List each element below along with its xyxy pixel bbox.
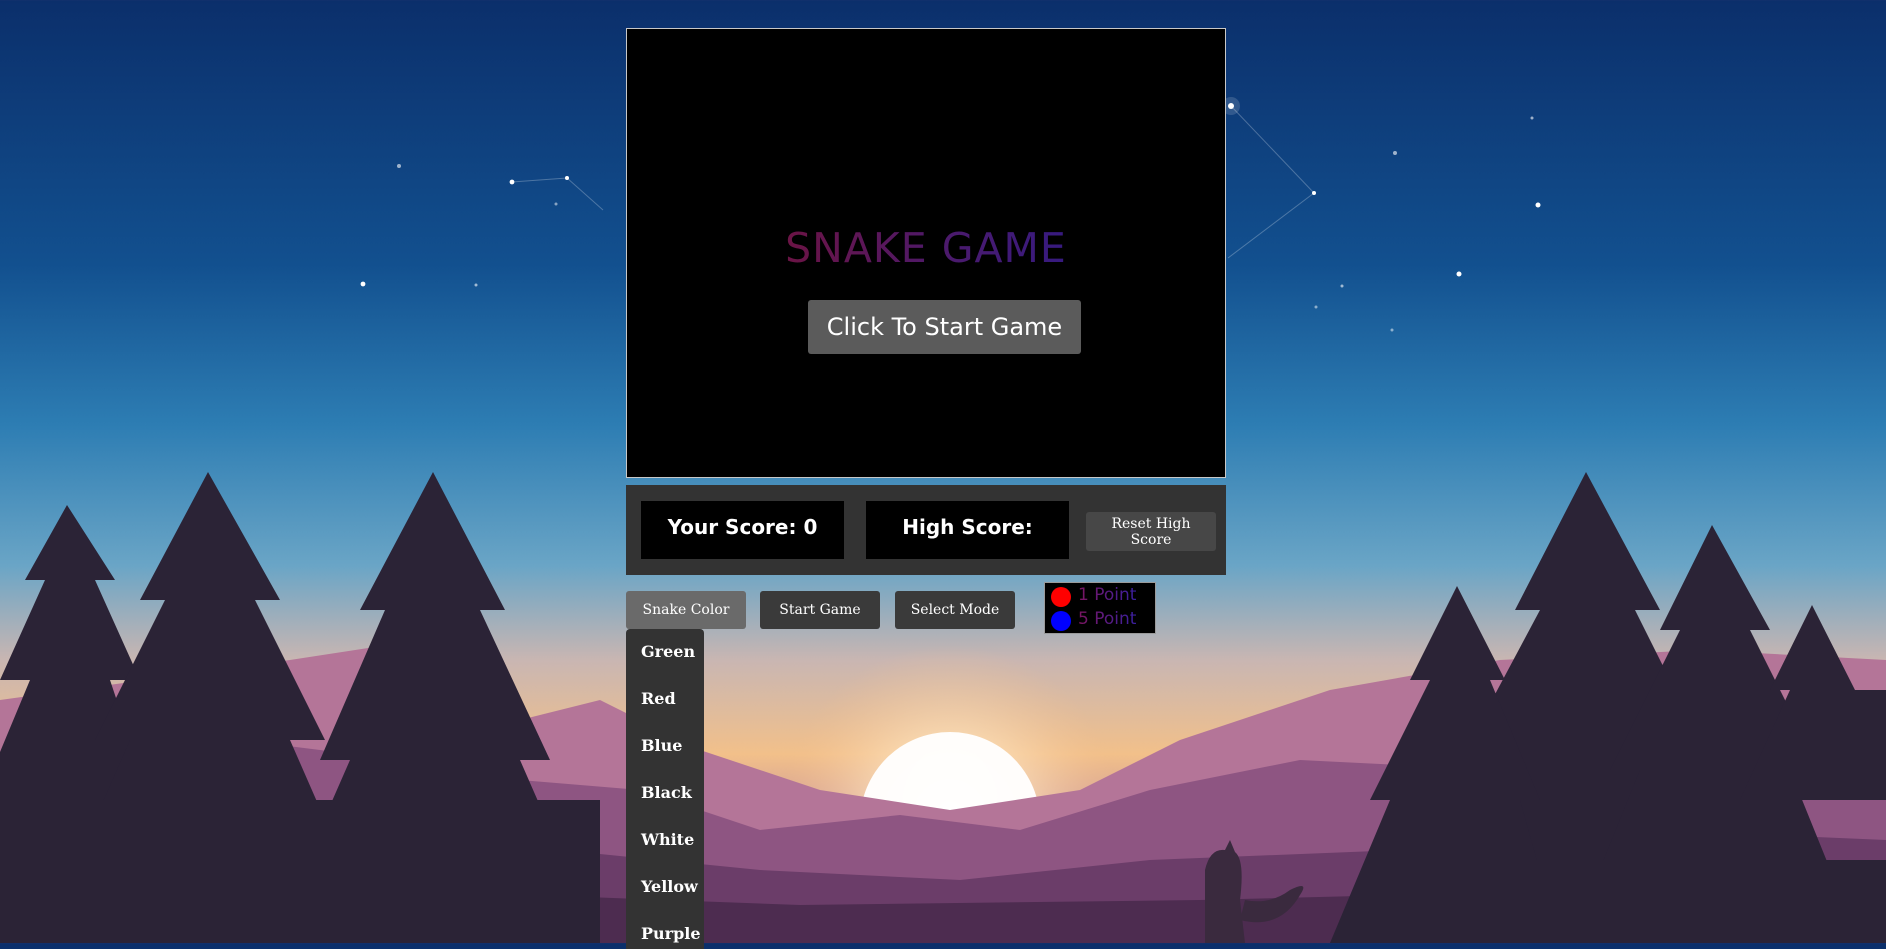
menu-item-black[interactable]: Black: [641, 783, 692, 802]
points-legend: 1 Point 5 Point: [1044, 582, 1156, 634]
snake-color-menu: Green Red Blue Black White Yellow Purple: [626, 629, 704, 949]
red-food-icon: [1051, 587, 1071, 607]
legend-label: 1 Point: [1078, 585, 1137, 605]
score-panel: Your Score: 0 High Score: Reset High Sco…: [626, 485, 1226, 575]
menu-item-white[interactable]: White: [641, 830, 694, 849]
blue-food-icon: [1051, 611, 1071, 631]
menu-item-purple[interactable]: Purple: [641, 924, 701, 943]
select-mode-button[interactable]: Select Mode: [895, 591, 1015, 629]
snake-color-button[interactable]: Snake Color: [626, 591, 746, 629]
menu-item-blue[interactable]: Blue: [641, 736, 682, 755]
game-canvas[interactable]: SNAKE GAME Click To Start Game: [626, 28, 1226, 478]
game-title: SNAKE GAME: [627, 224, 1225, 272]
legend-label: 5 Point: [1078, 609, 1137, 629]
your-score-display: Your Score: 0: [641, 501, 844, 559]
start-game-button[interactable]: Start Game: [760, 591, 880, 629]
menu-item-green[interactable]: Green: [641, 642, 695, 661]
click-to-start-button[interactable]: Click To Start Game: [808, 300, 1081, 354]
reset-high-score-button[interactable]: Reset High Score: [1086, 512, 1216, 551]
menu-item-red[interactable]: Red: [641, 689, 676, 708]
menu-item-yellow[interactable]: Yellow: [641, 877, 698, 896]
high-score-display: High Score:: [866, 501, 1069, 559]
